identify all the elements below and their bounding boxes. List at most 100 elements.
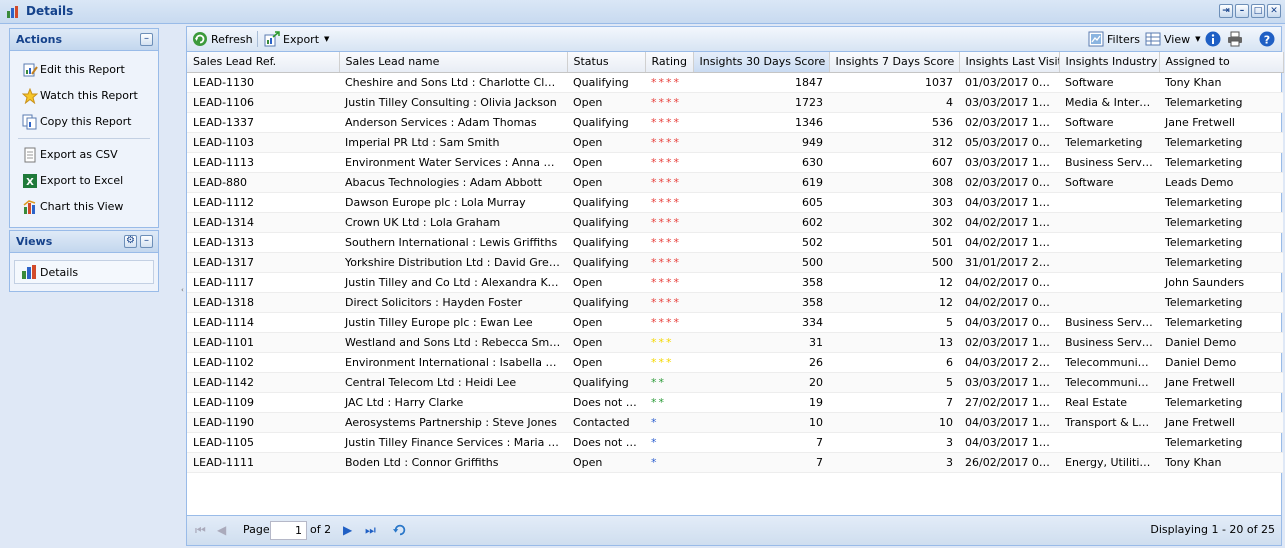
cell-last-visit: 04/03/2017 15:5... [959,192,1059,213]
watch-report-action[interactable]: Watch this Report [10,83,158,109]
column-header-score-30[interactable]: Insights 30 Days Score ▼ [693,52,830,73]
table-row[interactable]: LEAD-1190 Aerosystems Partnership : Steve… [187,412,1283,433]
cell-rating: **** [645,132,693,153]
chart-view-label: Chart this View [40,200,124,213]
cell-score-7: 308 [829,172,959,193]
rating-stars: * [651,435,659,449]
grid-view-icon [1145,32,1161,46]
refresh-icon[interactable] [393,523,407,537]
column-header-industry[interactable]: Insights Industry [1059,52,1160,73]
cell-rating: * [645,412,693,433]
table-row[interactable]: LEAD-1117 Justin Tilley and Co Ltd : Alex… [187,272,1283,293]
cell-assigned: Telemarketing [1159,132,1283,153]
cell-last-visit: 26/02/2017 09:5... [959,452,1059,473]
table-row[interactable]: LEAD-1142 Central Telecom Ltd : Heidi Lee… [187,372,1283,393]
table-row[interactable]: LEAD-1106 Justin Tilley Consulting : Oliv… [187,92,1283,113]
collapse-actions-button[interactable]: – [140,33,153,46]
cell-score-30: 619 [693,172,829,193]
info-icon[interactable] [1205,31,1221,47]
rating-stars: **** [651,235,681,249]
minimize-button[interactable]: – [1235,4,1249,18]
cell-status: Open [567,452,645,473]
cell-assigned: Jane Fretwell [1159,112,1283,133]
view-item-details[interactable]: Details [14,260,154,284]
column-header-score-7[interactable]: Insights 7 Days Score [829,52,960,73]
table-row[interactable]: LEAD-1112 Dawson Europe plc : Lola Murray… [187,192,1283,213]
cell-last-visit: 04/03/2017 14:2... [959,412,1059,433]
cell-score-30: 1346 [693,112,829,133]
next-page-icon[interactable]: ▶ [343,523,357,537]
cell-ref: LEAD-880 [187,172,339,193]
cell-score-7: 302 [829,212,959,233]
refresh-button[interactable]: Refresh [192,30,253,48]
grid-toolbar: Refresh Export ▼ Filters View ▼ ? [187,27,1281,52]
cell-industry: Media & Internet [1059,92,1159,113]
rating-stars: **** [651,295,681,309]
rating-stars: **** [651,255,681,269]
export-csv-action[interactable]: Export as CSV [10,142,158,168]
pin-icon[interactable]: ⇥ [1219,4,1233,18]
column-header-assigned[interactable]: Assigned to [1159,52,1284,73]
view-label: View [1164,32,1191,46]
column-header-last-visit[interactable]: Insights Last Visit [959,52,1060,73]
gear-icon[interactable]: ⚙ [124,235,137,248]
table-row[interactable]: LEAD-1109 JAC Ltd : Harry Clarke Does not … [187,392,1283,413]
table-row[interactable]: LEAD-1337 Anderson Services : Adam Thomas… [187,112,1283,133]
last-page-icon[interactable]: ⏭ [365,523,379,537]
cell-rating: **** [645,272,693,293]
print-icon[interactable] [1227,31,1243,47]
cell-ref: LEAD-1314 [187,212,339,233]
maximize-button[interactable]: □ [1251,4,1265,18]
chevron-down-icon: ▼ [324,35,330,43]
export-menu-button[interactable]: Export ▼ [264,30,329,48]
first-page-icon[interactable]: ⏮ [195,523,209,537]
cell-status: Qualifying [567,232,645,253]
table-header-row: Sales Lead Ref. Sales Lead name Status R… [187,52,1284,73]
column-header-ref[interactable]: Sales Lead Ref. [187,52,340,73]
cell-score-7: 500 [829,252,959,273]
watch-report-label: Watch this Report [40,89,138,102]
cell-ref: LEAD-1113 [187,152,339,173]
column-header-rating[interactable]: Rating [645,52,694,73]
collapse-views-button[interactable]: – [140,235,153,248]
cell-score-30: 26 [693,352,829,373]
copy-report-action[interactable]: Copy this Report [10,109,158,135]
table-row[interactable]: LEAD-1318 Direct Solicitors : Hayden Fost… [187,292,1283,313]
view-menu-button[interactable]: View ▼ [1145,30,1201,48]
cell-name: Boden Ltd : Connor Griffiths [339,452,567,473]
report-grid-panel: Refresh Export ▼ Filters View ▼ ? Sales … [186,26,1284,546]
table-row[interactable]: LEAD-1313 Southern International : Lewis … [187,232,1283,253]
export-csv-label: Export as CSV [40,148,118,161]
column-header-status[interactable]: Status [567,52,646,73]
cell-rating: **** [645,252,693,273]
edit-report-action[interactable]: Edit this Report [10,57,158,83]
cell-rating: ** [645,372,693,393]
table-row[interactable]: LEAD-880 Abacus Technologies : Adam Abbot… [187,172,1283,193]
table-row[interactable]: LEAD-1102 Environment International : Isa… [187,352,1283,373]
table-row[interactable]: LEAD-1317 Yorkshire Distribution Ltd : Da… [187,252,1283,273]
table-row[interactable]: LEAD-1105 Justin Tilley Finance Services … [187,432,1283,453]
filter-icon [1088,31,1104,47]
prev-page-icon[interactable]: ◀ [217,523,231,537]
help-icon[interactable]: ? [1259,31,1275,47]
table-row[interactable]: LEAD-1101 Westland and Sons Ltd : Rebecca… [187,332,1283,353]
export-excel-action[interactable]: X Export to Excel [10,168,158,194]
cell-ref: LEAD-1101 [187,332,339,353]
cell-assigned: John Saunders [1159,272,1283,293]
page-number-input[interactable] [270,521,307,540]
close-button[interactable]: ✕ [1267,4,1281,18]
table-row[interactable]: LEAD-1130 Cheshire and Sons Ltd : Charlot… [187,72,1283,93]
table-row[interactable]: LEAD-1103 Imperial PR Ltd : Sam Smith Open… [187,132,1283,153]
chart-view-action[interactable]: Chart this View [10,194,158,220]
cell-score-7: 10 [829,412,959,433]
cell-industry: Transport & Log... [1059,412,1159,433]
table-row[interactable]: LEAD-1314 Crown UK Ltd : Lola Graham Quali… [187,212,1283,233]
cell-name: Environment International : Isabella Wal… [339,352,567,373]
table-row[interactable]: LEAD-1111 Boden Ltd : Connor Griffiths Ope… [187,452,1283,473]
column-header-name[interactable]: Sales Lead name [339,52,568,73]
cell-assigned: Telemarketing [1159,152,1283,173]
filters-button[interactable]: Filters [1088,30,1140,48]
cell-ref: LEAD-1102 [187,352,339,373]
table-row[interactable]: LEAD-1114 Justin Tilley Europe plc : Ewan… [187,312,1283,333]
table-row[interactable]: LEAD-1113 Environment Water Services : An… [187,152,1283,173]
